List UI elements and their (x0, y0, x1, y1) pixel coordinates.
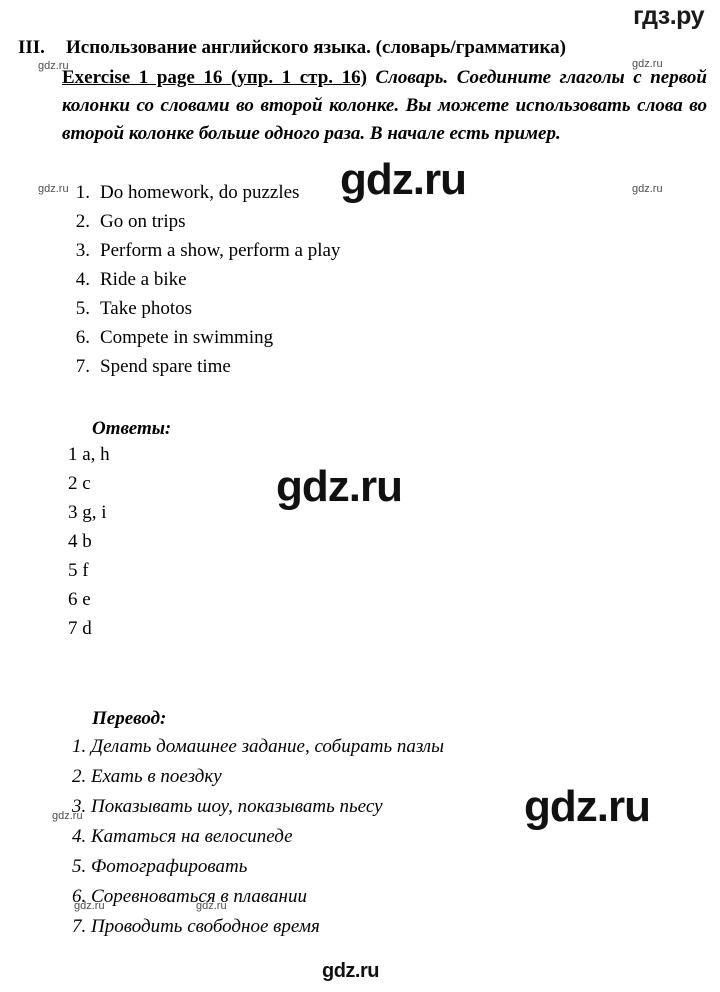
list-item-text: Spend spare time (100, 356, 231, 377)
list-item: 1. Do homework, do puzzles (62, 182, 622, 211)
list-item-text: Ride a bike (100, 269, 187, 290)
list-item-text: Perform a show, perform a play (100, 240, 341, 261)
answers-heading: Ответы: (92, 418, 172, 439)
list-item-number: 4. (75, 269, 90, 290)
answer-item: 7 d (68, 618, 92, 639)
list-item: 6. Compete in swimming (62, 327, 622, 356)
answer-item: 2 c (68, 473, 91, 494)
list-item-text: Go on trips (100, 211, 186, 232)
translation-item: 2. Ехать в поездку (72, 766, 222, 787)
list-item: 3. Perform a show, perform a play (62, 240, 622, 269)
translation-item: 3. Показывать шоу, показывать пьесу (72, 796, 383, 817)
list-item: 5. Take photos (62, 298, 622, 327)
watermark-mid: gdz.ru (322, 960, 380, 982)
site-logo: гдз.ру (633, 2, 704, 30)
answer-item: 3 g, i (68, 502, 107, 523)
answer-item: 4 b (68, 531, 92, 552)
list-item: 2. Go on trips (62, 211, 622, 240)
section-number: III. (18, 37, 45, 58)
list-item-number: 3. (75, 240, 90, 261)
list-item-text: Compete in swimming (100, 327, 274, 348)
translation-item: 5. Фотографировать (72, 856, 248, 877)
list-item-number: 2. (75, 211, 90, 232)
exercise-reference: Exercise 1 page 16 (упр. 1 стр. 16) (62, 67, 367, 88)
document-page: гдз.ру III. Использование английского язы… (0, 0, 720, 992)
section-title: Использование английского языка. (словар… (66, 37, 566, 58)
instruction-paragraph: Exercise 1 page 16 (упр. 1 стр. 16) Слов… (62, 64, 707, 148)
translation-heading: Перевод: (92, 708, 167, 729)
translation-item: 6. Соревноваться в плавании (72, 886, 307, 907)
answer-item: 5 f (68, 560, 89, 581)
list-item: 4. Ride a bike (62, 269, 622, 298)
list-item-number: 5. (75, 298, 90, 319)
list-item-text: Take photos (100, 298, 193, 319)
translation-item: 1. Делать домашнее задание, собирать паз… (72, 736, 444, 757)
translation-item: 7. Проводить свободное время (72, 916, 320, 937)
list-item-number: 1. (75, 182, 90, 203)
list-item-number: 6. (75, 327, 90, 348)
list-item: 7. Spend spare time (62, 356, 622, 385)
answers-list: 1 a, h 2 c 3 g, i 4 b 5 f 6 e 7 d (68, 444, 110, 647)
list-item-number: 7. (75, 356, 90, 377)
list-item-text: Do homework, do puzzles (100, 182, 300, 203)
section-heading: III. Использование английского языка. (сл… (18, 38, 708, 58)
translation-list: 1. Делать домашнее задание, собирать паз… (72, 736, 672, 946)
watermark-large: gdz.ru (276, 462, 403, 511)
watermark-small: gdz.ru (632, 183, 663, 195)
english-phrase-list: 1. Do homework, do puzzles 2. Go on trip… (62, 182, 622, 385)
answer-item: 6 e (68, 589, 91, 610)
translation-item: 4. Кататься на велосипеде (72, 826, 293, 847)
answer-item: 1 a, h (68, 444, 110, 465)
